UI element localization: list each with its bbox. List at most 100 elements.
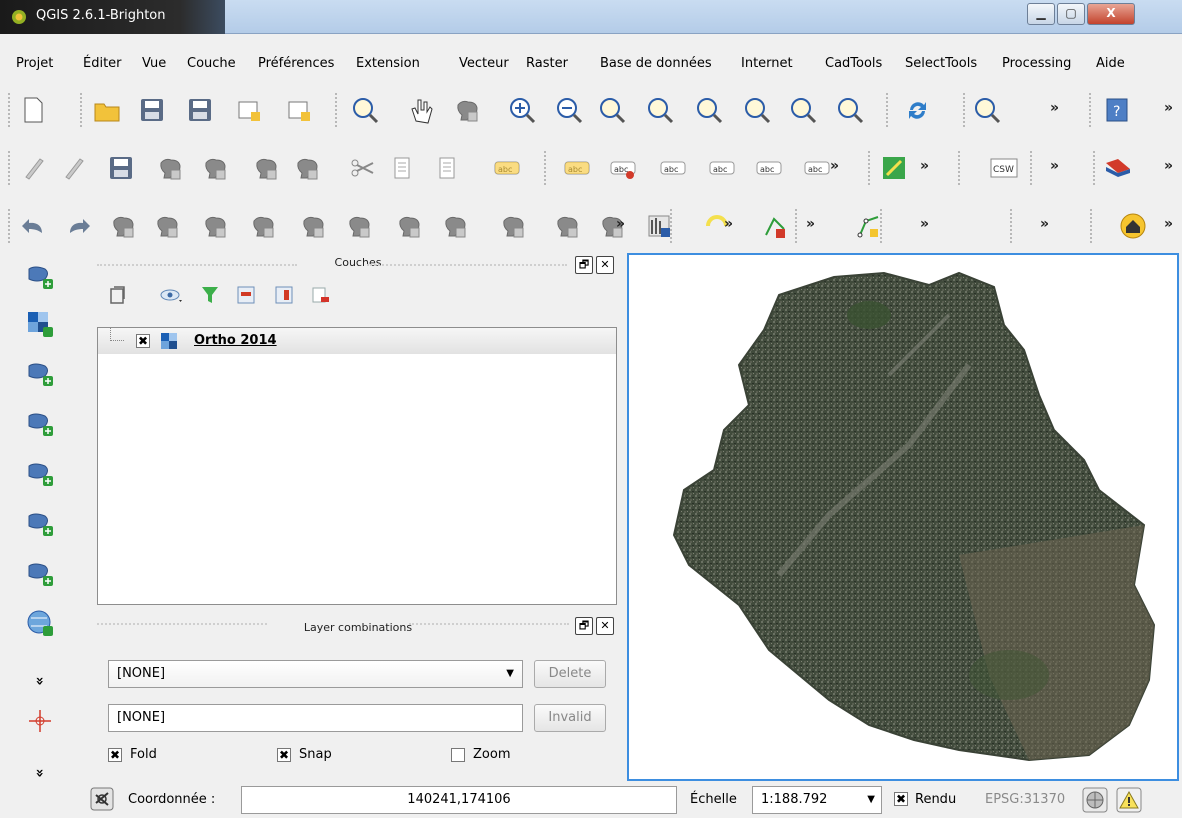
toolbar-overflow-chevron[interactable]: » [920,216,929,232]
panel-close-button[interactable]: ✕ [596,617,614,635]
zoom-full-icon[interactable] [643,93,677,127]
current-edits-icon[interactable] [16,151,50,185]
simplify-icon[interactable] [106,209,140,243]
xy-label-icon[interactable]: abc [490,151,524,185]
remove-layer-icon[interactable] [309,284,331,306]
csw-icon[interactable]: CSW [987,151,1021,185]
add-oracle-layer-icon[interactable] [20,553,60,593]
dropdown-arrow-icon[interactable]: ▼ [867,787,875,813]
offset-curve-icon[interactable] [438,209,472,243]
identify-icon[interactable] [970,93,1004,127]
add-spatialite-layer-icon[interactable] [20,403,60,443]
dropdown-arrow-icon[interactable]: ▼ [506,661,514,687]
more-icon[interactable]: » [20,661,60,701]
fold-checkbox[interactable]: ✖ [108,748,122,762]
toolbar-grip[interactable] [886,93,890,127]
zoom-last-icon[interactable] [786,93,820,127]
render-checkbox[interactable]: ✖ [894,792,908,806]
zoom-checkbox[interactable] [451,748,465,762]
composer-manager-icon[interactable] [282,93,316,127]
toolbar-grip[interactable] [8,93,12,127]
delete-ring-icon[interactable] [296,209,330,243]
add-postgis-layer-icon[interactable] [20,353,60,393]
label-show-hide-icon[interactable]: abc [705,151,739,185]
close-button[interactable]: X [1087,3,1135,25]
home-icon[interactable] [1116,209,1150,243]
panel-float-button[interactable]: 🗗 [575,617,593,635]
save-as-icon[interactable] [183,93,217,127]
redo-icon[interactable] [62,209,96,243]
menu-vue[interactable]: Vue [142,56,166,71]
toolbar-grip[interactable] [1030,151,1034,185]
coordinate-field[interactable]: 140241,174106 [241,786,677,814]
panel-grip[interactable] [367,264,567,266]
reshape-icon[interactable] [392,209,426,243]
menu-internet[interactable]: Internet [741,56,793,71]
messages-warning-icon[interactable] [1116,787,1142,813]
zoom-in-icon[interactable] [505,93,539,127]
new-project-icon[interactable] [16,93,50,127]
add-wms-layer-icon[interactable] [20,453,60,493]
menu-base-de-données[interactable]: Base de données [600,56,712,71]
menu-selecttools[interactable]: SelectTools [905,56,977,71]
add-wfs-layer-icon[interactable] [20,603,60,643]
add-feature-icon[interactable] [153,151,187,185]
toolbar-overflow-chevron[interactable]: » [1040,216,1049,232]
maximize-button[interactable]: ▢ [1057,3,1085,25]
copy-features-icon[interactable] [385,151,419,185]
minimize-button[interactable]: ▁ [1027,3,1055,25]
delete-button[interactable]: Delete [534,660,606,688]
toolbar-overflow-chevron[interactable]: » [616,216,625,232]
toolbar-grip[interactable] [1093,151,1097,185]
delete-selected-icon[interactable] [290,151,324,185]
panel-grip[interactable] [409,623,569,625]
toolbar-overflow-chevron[interactable]: » [1050,158,1059,174]
split-features-icon[interactable] [496,209,530,243]
filter-legend-icon[interactable] [199,284,221,306]
refresh-icon[interactable] [900,93,934,127]
mouse-coordinate-toggle-icon[interactable] [90,787,114,811]
zoom-out-icon[interactable] [552,93,586,127]
manage-visibility-icon[interactable] [159,284,185,306]
combination-name-input[interactable]: [NONE] [108,704,523,732]
toolbar-overflow-chevron[interactable]: » [830,158,839,174]
combination-select[interactable]: [NONE] ▼ [108,660,523,688]
menu-extension[interactable]: Extension [356,56,420,71]
cut-features-icon[interactable] [345,151,379,185]
toolbar-grip[interactable] [868,151,872,185]
zoom-to-layer-icon[interactable] [740,93,774,127]
layer-visibility-checkbox[interactable]: ✖ [136,334,150,348]
save-icon[interactable] [135,93,169,127]
layer-row-ortho-2014[interactable]: ✖ Ortho 2014 [98,328,616,354]
scale-select[interactable]: 1:188.792 ▼ [752,786,882,814]
menu-cadtools[interactable]: CadTools [825,56,882,71]
open-folder-icon[interactable] [90,93,124,127]
menu-projet[interactable]: Projet [16,56,53,71]
toolbar-grip[interactable] [8,209,12,243]
pan-to-selection-icon[interactable] [450,93,484,127]
topology-checker-icon[interactable] [758,209,792,243]
toolbar-grip[interactable] [963,93,967,127]
digitize-icon[interactable] [877,151,911,185]
label-rotate-icon[interactable]: abc [800,151,834,185]
menu-couche[interactable]: Couche [187,56,236,71]
toggle-editing-icon[interactable] [56,151,90,185]
toolbar-grip[interactable] [795,209,799,243]
menu-processing[interactable]: Processing [1002,56,1071,71]
toolbar-grip[interactable] [80,93,84,127]
label-icon[interactable]: abc [560,151,594,185]
toolbar-grip[interactable] [1090,209,1094,243]
split-parts-icon[interactable] [550,209,584,243]
toolbar-overflow-chevron[interactable]: » [724,216,733,232]
layer-tree[interactable]: ✖ Ortho 2014 [97,327,617,605]
label-highlight-icon[interactable]: abc [656,151,690,185]
zoom-to-selection-icon[interactable] [692,93,726,127]
toolbar-grip[interactable] [335,93,339,127]
toolbar-grip[interactable] [1089,93,1093,127]
toolbar-grip[interactable] [8,151,12,185]
undo-icon[interactable] [16,209,50,243]
toolbar-overflow-chevron[interactable]: » [920,158,929,174]
map-canvas[interactable] [627,253,1179,781]
delete-part-icon[interactable] [342,209,376,243]
crs-status[interactable]: EPSG:31370 [985,792,1065,807]
